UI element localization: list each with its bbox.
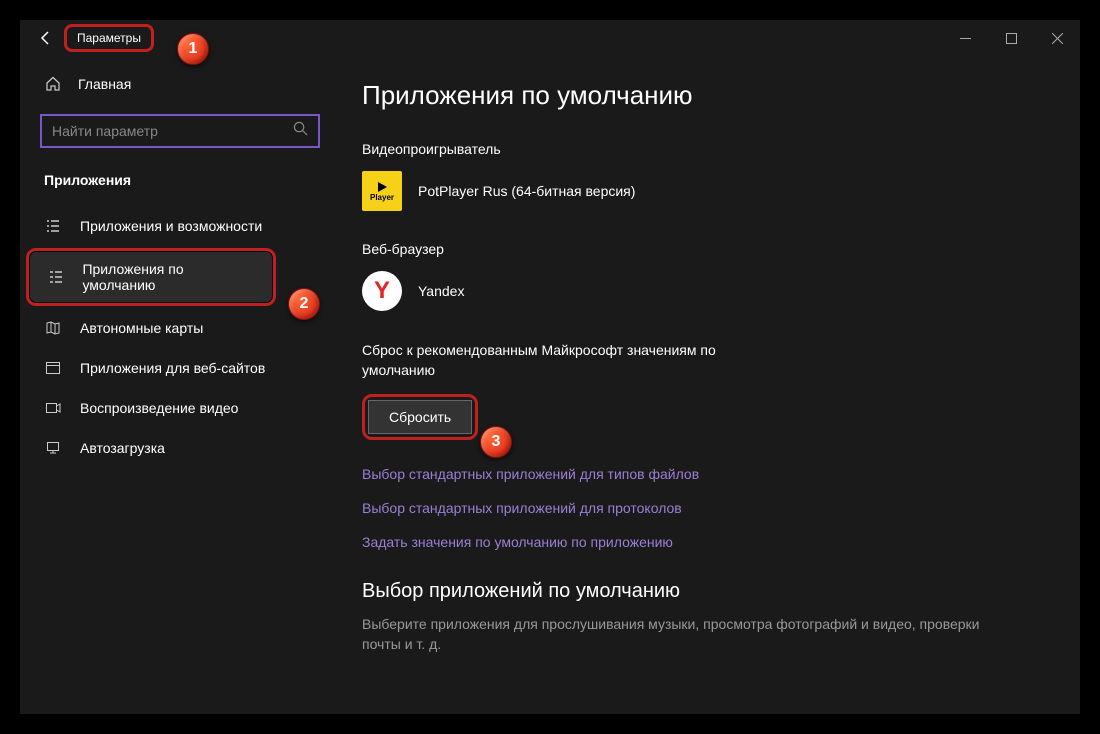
sidebar-item-default-apps[interactable]: Приложения по умолчанию	[26, 248, 276, 306]
minimize-icon	[960, 33, 971, 44]
video-player-section: Видеопроигрыватель Player PotPlayer Rus …	[362, 141, 1058, 211]
list-icon	[44, 218, 62, 234]
sidebar-section-header: Приложения	[20, 166, 340, 206]
sidebar-item-label: Воспроизведение видео	[80, 400, 238, 416]
browser-section: Веб-браузер Y Yandex	[362, 241, 1058, 311]
sidebar-item-video-playback[interactable]: Воспроизведение видео	[20, 388, 340, 428]
sub-heading: Выбор приложений по умолчанию	[362, 580, 1058, 603]
startup-icon	[44, 440, 62, 456]
back-button[interactable]	[32, 24, 60, 52]
sidebar-item-label: Автозагрузка	[80, 440, 165, 456]
maximize-button[interactable]	[988, 20, 1034, 56]
defaults-icon	[47, 269, 64, 285]
video-player-choice[interactable]: Player PotPlayer Rus (64-битная версия)	[362, 171, 1058, 211]
page-title: Приложения по умолчанию	[362, 80, 1058, 111]
arrow-left-icon	[38, 30, 54, 46]
home-label: Главная	[78, 76, 131, 92]
browser-name: Yandex	[418, 283, 464, 299]
settings-window: Параметры Главная	[20, 20, 1080, 714]
annotation-badge-1: 1	[177, 33, 209, 65]
video-icon	[44, 400, 62, 416]
home-icon	[44, 76, 62, 92]
link-protocols[interactable]: Выбор стандартных приложений для протоко…	[362, 500, 1058, 516]
body-area: Главная Приложения Приложения и возможно…	[20, 56, 1080, 714]
website-icon	[44, 360, 62, 376]
maximize-icon	[1006, 33, 1017, 44]
search-icon	[293, 121, 308, 141]
sidebar-item-label: Приложения и возможности	[80, 218, 262, 234]
yandex-icon: Y	[362, 271, 402, 311]
window-controls	[942, 20, 1080, 56]
reset-highlight: Сбросить	[362, 394, 478, 440]
link-file-types[interactable]: Выбор стандартных приложений для типов ф…	[362, 466, 1058, 482]
minimize-button[interactable]	[942, 20, 988, 56]
reset-description: Сброс к рекомендованным Майкрософт значе…	[362, 341, 782, 380]
annotation-badge-3: 3	[480, 426, 512, 458]
home-button[interactable]: Главная	[20, 68, 340, 100]
sidebar-item-label: Автономные карты	[80, 320, 203, 336]
close-icon	[1052, 33, 1063, 44]
video-player-name: PotPlayer Rus (64-битная версия)	[418, 183, 635, 199]
reset-button[interactable]: Сбросить	[368, 400, 472, 434]
sub-description: Выберите приложения для прослушивания му…	[362, 615, 1002, 654]
sidebar: Главная Приложения Приложения и возможно…	[20, 56, 340, 714]
browser-choice[interactable]: Y Yandex	[362, 271, 1058, 311]
sidebar-item-apps-websites[interactable]: Приложения для веб-сайтов	[20, 348, 340, 388]
window-title: Параметры	[64, 24, 154, 52]
browser-label: Веб-браузер	[362, 241, 1058, 257]
sidebar-item-startup[interactable]: Автозагрузка	[20, 428, 340, 468]
annotation-badge-2: 2	[288, 288, 320, 320]
sidebar-item-apps-features[interactable]: Приложения и возможности	[20, 206, 340, 246]
video-player-label: Видеопроигрыватель	[362, 141, 1058, 157]
search-input[interactable]	[52, 123, 293, 139]
search-box[interactable]	[40, 114, 320, 148]
sidebar-item-label: Приложения для веб-сайтов	[80, 360, 265, 376]
map-icon	[44, 320, 62, 336]
link-by-app[interactable]: Задать значения по умолчанию по приложен…	[362, 534, 1058, 550]
content-area: Приложения по умолчанию Видеопроигрывате…	[340, 56, 1080, 714]
close-button[interactable]	[1034, 20, 1080, 56]
potplayer-icon: Player	[362, 171, 402, 211]
sidebar-item-label: Приложения по умолчанию	[82, 261, 255, 293]
